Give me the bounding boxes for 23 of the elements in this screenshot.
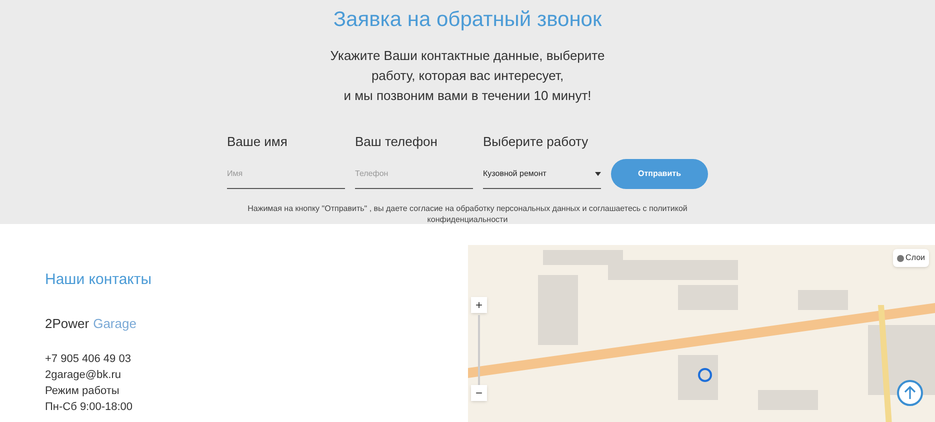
arrow-up-icon — [904, 386, 916, 400]
field-label: Ваше имя — [227, 132, 288, 150]
description: Укажите Ваши контактные данные, выберите работу, которая вас интересует, и мы позвоним вами в течении 10 минут! — [330, 46, 605, 105]
text-input[interactable]: Имя — [227, 159, 345, 189]
zoom-out-button[interactable]: − — [471, 385, 487, 401]
brand-accent: Garage — [93, 314, 136, 333]
brand-name: 2Power — [45, 314, 90, 332]
layers-button[interactable]: Слои — [892, 249, 929, 267]
field-label: Выберите работу — [483, 132, 590, 151]
select-field[interactable]: Кузовной ремонт — [483, 159, 601, 189]
field-label: Ваш телефон — [355, 132, 438, 151]
section-title: Заявка на обратный звонок — [333, 7, 602, 33]
contact-line: 2garage@bk.ru — [45, 368, 122, 383]
zoom-in-button[interactable]: + — [471, 297, 487, 313]
text-input[interactable]: Телефон — [355, 159, 473, 189]
contact-line: Пн-Сб 9:00-18:00 — [45, 400, 134, 415]
contacts-title: Наши контакты — [45, 270, 153, 290]
scroll-up-button[interactable] — [897, 380, 923, 406]
contact-line: +7 905 406 49 03 — [45, 352, 132, 367]
caret-icon — [595, 172, 601, 176]
contact-line: Режим работы — [45, 384, 120, 399]
map[interactable]: Слои + − — [468, 245, 935, 422]
consent-text: Нажимая на кнопку "Отправить" , вы даете согласие на обработку персональных данных и соглашаетесь с политикой конфиденциальности — [246, 203, 688, 225]
